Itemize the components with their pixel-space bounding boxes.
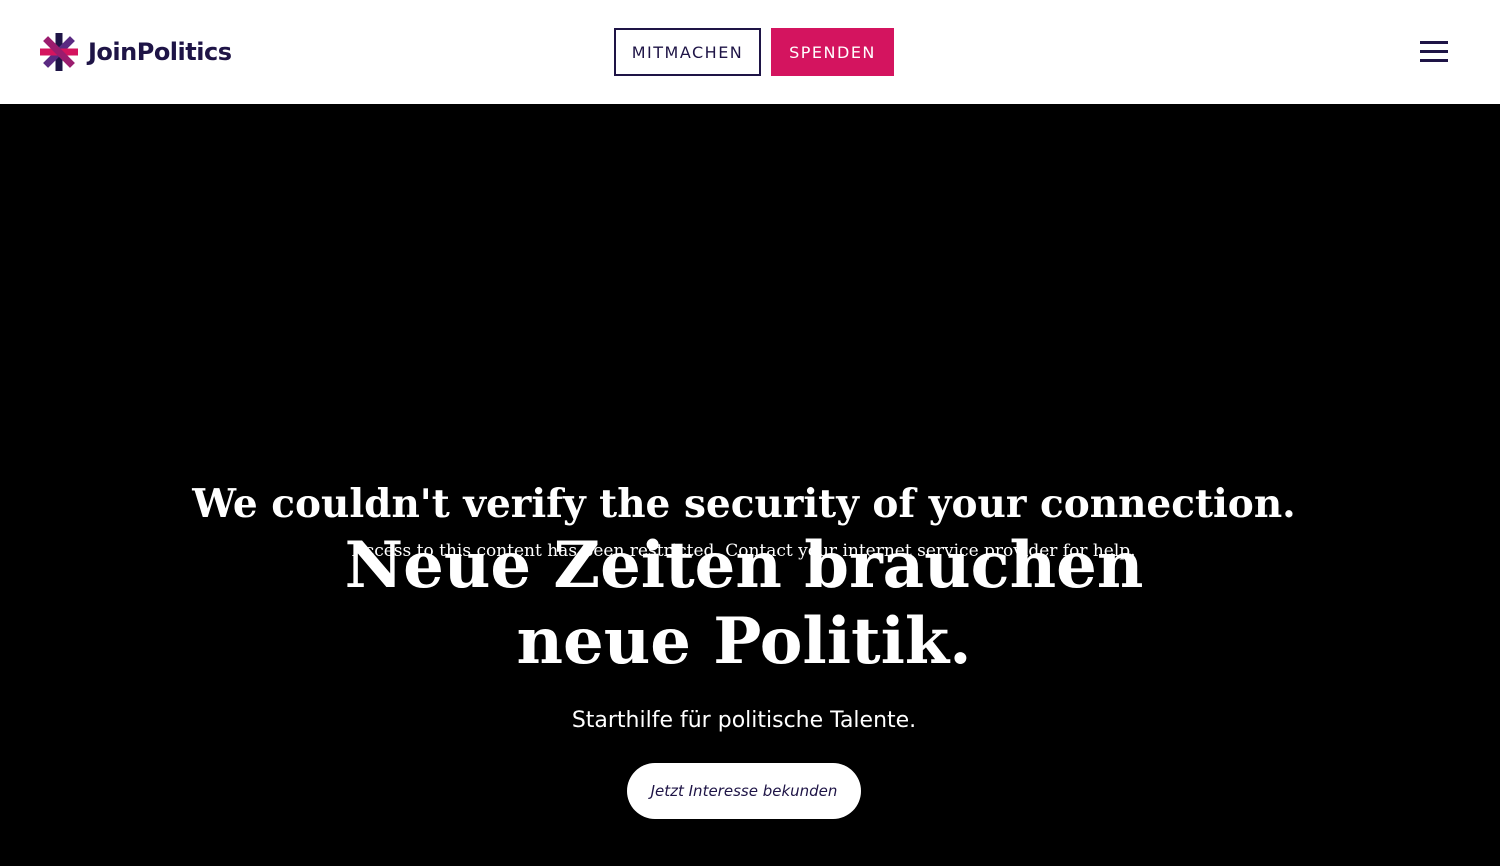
hero-title-line-1: Neue Zeiten brauchen xyxy=(344,528,1144,603)
connection-warning-message: Access to this content has been restrict… xyxy=(352,541,1136,561)
logo-text: JoinPolitics xyxy=(88,38,232,66)
hamburger-menu-icon[interactable] xyxy=(1420,41,1448,63)
mitmachen-button[interactable]: MITMACHEN xyxy=(614,28,761,76)
interest-cta-button[interactable]: Jetzt Interesse bekunden xyxy=(627,763,861,819)
connection-warning-title: We couldn't verify the security of your … xyxy=(192,481,1296,527)
hero-title-line-2: neue Politik. xyxy=(516,604,972,679)
spenden-button[interactable]: SPENDEN xyxy=(771,28,894,76)
joinpolitics-logo-icon xyxy=(40,33,78,71)
logo-link[interactable]: JoinPolitics xyxy=(40,33,232,71)
site-header: JoinPolitics MITMACHEN SPENDEN xyxy=(0,0,1500,104)
hero-subtitle: Starthilfe für politische Talente. xyxy=(571,708,917,733)
